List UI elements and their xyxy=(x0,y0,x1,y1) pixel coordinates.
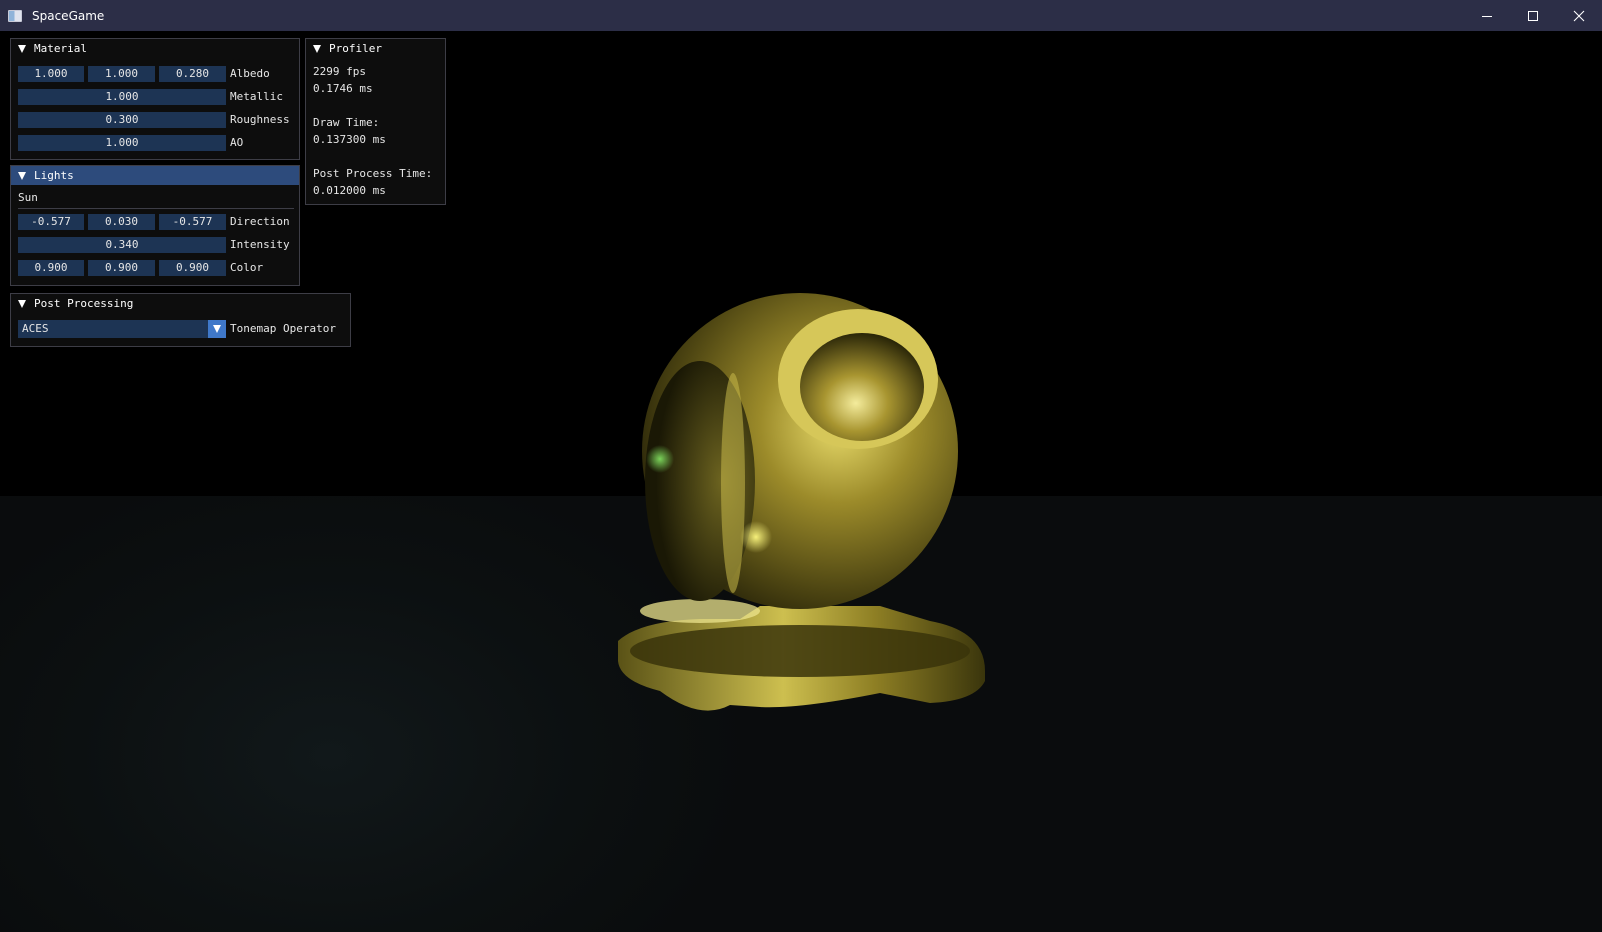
intensity-field[interactable]: 0.340 xyxy=(18,237,226,253)
minimize-icon xyxy=(1482,15,1492,17)
minimize-button[interactable] xyxy=(1464,0,1510,31)
maximize-button[interactable] xyxy=(1510,0,1556,31)
draw-time-label: Draw Time: xyxy=(313,116,380,129)
tonemap-selected: ACES xyxy=(22,322,49,335)
lights-header[interactable]: Lights xyxy=(11,166,299,185)
ao-label: AO xyxy=(230,136,244,149)
albedo-label: Albedo xyxy=(230,67,270,80)
post-process-time-label: Post Process Time: xyxy=(313,167,433,180)
post-processing-panel: Post Processing ACES Tonemap Operator xyxy=(10,293,351,347)
roughness-field[interactable]: 0.300 xyxy=(18,112,226,128)
section-separator xyxy=(18,208,294,209)
material-panel: Material 1.000 1.000 0.280 Albedo 1.000 … xyxy=(10,38,300,160)
post-processing-header-label: Post Processing xyxy=(34,297,134,310)
app-icon xyxy=(8,9,22,22)
window-controls xyxy=(1464,0,1602,31)
collapse-arrow-icon xyxy=(313,44,321,53)
close-icon xyxy=(1573,10,1585,21)
color-r-field[interactable]: 0.900 xyxy=(18,260,84,276)
sun-section-label: Sun xyxy=(18,191,38,204)
dropdown-button[interactable] xyxy=(208,320,226,338)
profiler-header[interactable]: Profiler xyxy=(306,39,445,58)
metallic-field[interactable]: 1.000 xyxy=(18,89,226,105)
profiler-panel: Profiler 2299 fps 0.1746 ms Draw Time: 0… xyxy=(305,38,446,205)
color-label: Color xyxy=(230,261,264,274)
post-processing-header[interactable]: Post Processing xyxy=(11,294,350,313)
lights-panel: Lights Sun -0.577 0.030 -0.577 Direction… xyxy=(10,165,300,286)
tonemap-label: Tonemap Operator xyxy=(230,322,336,335)
lights-header-label: Lights xyxy=(34,169,74,182)
direction-y-field[interactable]: 0.030 xyxy=(88,214,155,230)
frame-time-text: 0.1746 ms xyxy=(313,82,373,95)
collapse-arrow-icon xyxy=(18,171,26,180)
close-button[interactable] xyxy=(1556,0,1602,31)
direction-x-field[interactable]: -0.577 xyxy=(18,214,84,230)
intensity-label: Intensity xyxy=(230,238,290,251)
material-header[interactable]: Material xyxy=(11,39,299,58)
chevron-down-icon xyxy=(213,325,221,333)
post-process-time-value: 0.012000 ms xyxy=(313,184,386,197)
albedo-g-field[interactable]: 1.000 xyxy=(88,66,155,82)
profiler-header-label: Profiler xyxy=(329,42,382,55)
albedo-b-field[interactable]: 0.280 xyxy=(159,66,226,82)
fps-text: 2299 fps xyxy=(313,65,366,78)
material-header-label: Material xyxy=(34,42,87,55)
tonemap-dropdown[interactable]: ACES xyxy=(18,320,226,338)
direction-label: Direction xyxy=(230,215,290,228)
roughness-label: Roughness xyxy=(230,113,290,126)
ao-field[interactable]: 1.000 xyxy=(18,135,226,151)
metallic-label: Metallic xyxy=(230,90,283,103)
draw-time-value: 0.137300 ms xyxy=(313,133,386,146)
direction-z-field[interactable]: -0.577 xyxy=(159,214,226,230)
collapse-arrow-icon xyxy=(18,44,26,53)
color-g-field[interactable]: 0.900 xyxy=(88,260,155,276)
color-b-field[interactable]: 0.900 xyxy=(159,260,226,276)
window-title: SpaceGame xyxy=(32,8,105,23)
collapse-arrow-icon xyxy=(18,299,26,308)
albedo-r-field[interactable]: 1.000 xyxy=(18,66,84,82)
title-bar: SpaceGame xyxy=(0,0,1602,31)
maximize-icon xyxy=(1528,10,1538,21)
